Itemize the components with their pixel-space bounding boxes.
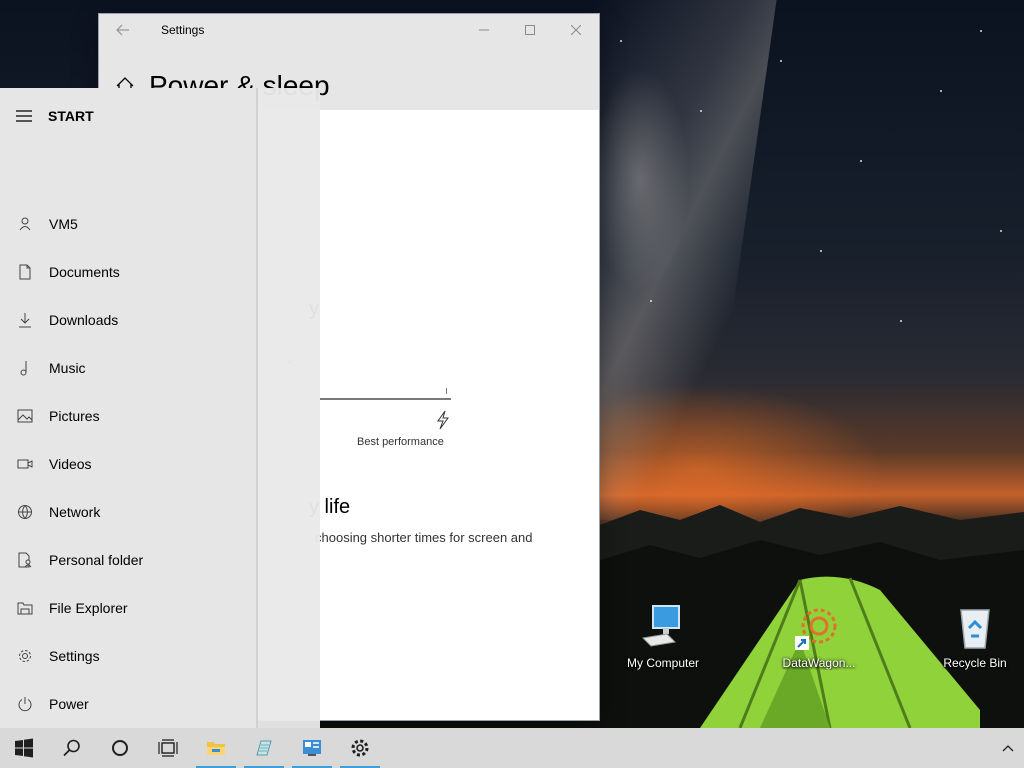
gear-icon: [0, 648, 49, 664]
start-item-label: VM5: [49, 216, 78, 232]
taskbar: [0, 728, 1024, 768]
computer-icon: [639, 604, 687, 652]
battery-description: choosing shorter times for screen and: [315, 530, 533, 545]
start-item-network[interactable]: Network: [0, 488, 256, 536]
start-label: START: [48, 108, 94, 124]
start-menu-tiles-area: [256, 88, 320, 728]
start-item-label: Settings: [49, 648, 100, 664]
close-icon: [571, 25, 581, 35]
start-item-label: Network: [49, 504, 101, 520]
download-icon: [0, 312, 49, 328]
desktop-icon-label: My Computer: [626, 656, 700, 670]
back-arrow-icon[interactable]: [99, 14, 147, 46]
task-view-icon[interactable]: [144, 728, 192, 768]
music-icon: [0, 360, 49, 376]
start-item-pictures[interactable]: Pictures: [0, 392, 256, 440]
chevron-up-icon[interactable]: [1000, 738, 1016, 758]
start-menu-list: VM5 Documents Downloads Music Pictures V…: [0, 200, 256, 728]
star: [820, 250, 822, 252]
document-icon: [0, 264, 49, 280]
maximize-icon: [525, 25, 535, 35]
minimize-icon: [479, 29, 489, 31]
star: [620, 40, 622, 42]
start-menu-header[interactable]: START: [0, 100, 256, 132]
datawagon-icon: [795, 604, 843, 652]
file-explorer-icon[interactable]: [192, 728, 240, 768]
start-item-user[interactable]: VM5: [0, 200, 256, 248]
slider-tick: [446, 388, 447, 394]
start-item-label: Pictures: [49, 408, 100, 424]
search-icon[interactable]: [48, 728, 96, 768]
maximize-button[interactable]: [507, 14, 553, 46]
start-item-label: Documents: [49, 264, 120, 280]
start-item-label: Music: [49, 360, 86, 376]
desktop-icon-label: Recycle Bin: [943, 656, 1007, 670]
star: [1000, 230, 1002, 232]
slider-right-label: Best performance: [357, 436, 444, 448]
start-item-documents[interactable]: Documents: [0, 248, 256, 296]
video-icon: [0, 456, 49, 472]
star: [860, 160, 862, 162]
start-item-settings[interactable]: Settings: [0, 632, 256, 680]
power-mode-slider-track[interactable]: [319, 398, 451, 400]
lightning-bolt-icon: [437, 410, 449, 430]
desktop-icon-recycle-bin[interactable]: Recycle Bin: [932, 604, 1018, 670]
start-item-personal-folder[interactable]: Personal folder: [0, 536, 256, 584]
recycle-bin-icon: [951, 604, 999, 652]
start-item-file-explorer[interactable]: File Explorer: [0, 584, 256, 632]
window-title: Settings: [161, 23, 205, 37]
file-explorer-icon: [0, 600, 49, 616]
star: [780, 60, 782, 62]
start-item-downloads[interactable]: Downloads: [0, 296, 256, 344]
gear-icon[interactable]: [336, 728, 384, 768]
windows-start-icon[interactable]: [0, 728, 48, 768]
star: [980, 30, 982, 32]
minimize-button[interactable]: [461, 14, 507, 46]
start-menu: START VM5 Documents Downloads Music Pict…: [0, 88, 256, 728]
start-item-music[interactable]: Music: [0, 344, 256, 392]
start-item-label: File Explorer: [49, 600, 128, 616]
star: [700, 110, 702, 112]
notepad-icon[interactable]: [240, 728, 288, 768]
star: [900, 320, 902, 322]
close-button[interactable]: [553, 14, 599, 46]
desktop-icon-datawagon[interactable]: DataWagon...: [776, 604, 862, 670]
star: [940, 90, 942, 92]
desktop-icon-label: DataWagon...: [782, 656, 856, 670]
start-item-label: Personal folder: [49, 552, 144, 568]
start-item-label: Downloads: [49, 312, 119, 328]
start-item-videos[interactable]: Videos: [0, 440, 256, 488]
start-item-label: Power: [49, 696, 89, 712]
hamburger-menu-icon[interactable]: [0, 110, 48, 122]
settings-titlebar: Settings: [99, 14, 599, 46]
user-icon: [0, 216, 49, 232]
start-item-label: Videos: [49, 456, 92, 472]
pictures-icon: [0, 408, 49, 424]
star: [650, 300, 652, 302]
control-panel-icon[interactable]: [288, 728, 336, 768]
desktop-icon-my-computer[interactable]: My Computer: [620, 604, 706, 670]
start-item-power[interactable]: Power: [0, 680, 256, 728]
power-icon: [0, 696, 49, 712]
cortana-icon[interactable]: [96, 728, 144, 768]
network-icon: [0, 504, 49, 520]
personal-folder-icon: [0, 552, 49, 568]
